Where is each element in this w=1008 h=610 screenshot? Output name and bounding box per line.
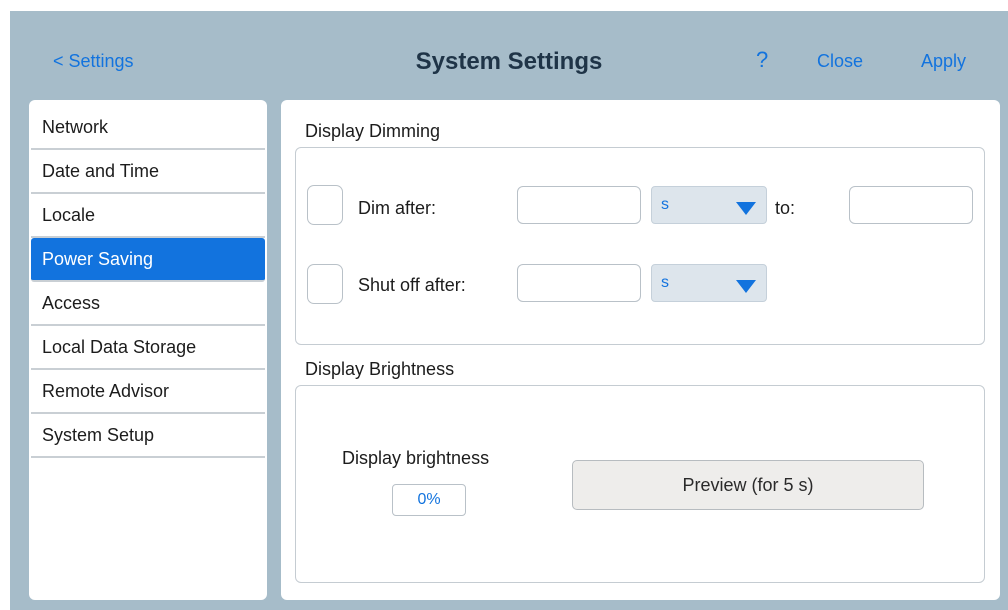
- sidebar-item-locale[interactable]: Locale: [31, 194, 265, 238]
- system-settings-window: < Settings System Settings ? Close Apply…: [10, 11, 1008, 610]
- display-dimming-title: Display Dimming: [305, 121, 441, 141]
- dim-after-input[interactable]: [517, 186, 641, 224]
- dim-after-label: Dim after:: [358, 198, 437, 218]
- display-brightness-title: Display Brightness: [305, 359, 455, 379]
- sidebar-item-access[interactable]: Access: [31, 282, 265, 326]
- back-to-settings-link[interactable]: < Settings: [53, 51, 134, 72]
- shut-off-input[interactable]: [517, 264, 641, 302]
- sidebar-item-date-and-time[interactable]: Date and Time: [31, 150, 265, 194]
- display-brightness-label: Display brightness: [342, 448, 490, 468]
- sidebar-item-power-saving[interactable]: Power Saving: [31, 238, 265, 282]
- sidebar-item-local-data-storage[interactable]: Local Data Storage: [31, 326, 265, 370]
- shut-off-label: Shut off after:: [358, 275, 466, 295]
- shut-off-unit-value: s: [661, 274, 669, 291]
- top-bar: < Settings System Settings ? Close Apply: [10, 11, 1008, 99]
- brightness-value-field[interactable]: 0%: [392, 484, 466, 516]
- dim-unit-select[interactable]: s: [651, 186, 767, 224]
- preview-button[interactable]: Preview (for 5 s): [572, 460, 924, 510]
- apply-button[interactable]: Apply: [921, 51, 966, 72]
- dropdown-arrow-icon: [736, 202, 756, 215]
- dim-to-input[interactable]: [849, 186, 973, 224]
- close-button[interactable]: Close: [817, 51, 863, 72]
- dim-unit-value: s: [661, 196, 669, 213]
- power-saving-panel: Display Dimming Dim after: s to: Shut of…: [281, 100, 1000, 600]
- help-button[interactable]: ?: [756, 47, 768, 73]
- sidebar-item-system-setup[interactable]: System Setup: [31, 414, 265, 458]
- sidebar-item-network[interactable]: Network: [31, 106, 265, 150]
- settings-sidebar: Network Date and Time Locale Power Savin…: [29, 100, 267, 600]
- dim-after-checkbox[interactable]: [307, 185, 343, 225]
- display-brightness-group: Display brightness 0% Preview (for 5 s): [295, 385, 985, 583]
- shut-off-checkbox[interactable]: [307, 264, 343, 304]
- shut-off-unit-select[interactable]: s: [651, 264, 767, 302]
- dim-to-label: to:: [775, 198, 796, 218]
- display-dimming-group: Dim after: s to: Shut off after: s: [295, 147, 985, 345]
- dropdown-arrow-icon: [736, 280, 756, 293]
- sidebar-item-remote-advisor[interactable]: Remote Advisor: [31, 370, 265, 414]
